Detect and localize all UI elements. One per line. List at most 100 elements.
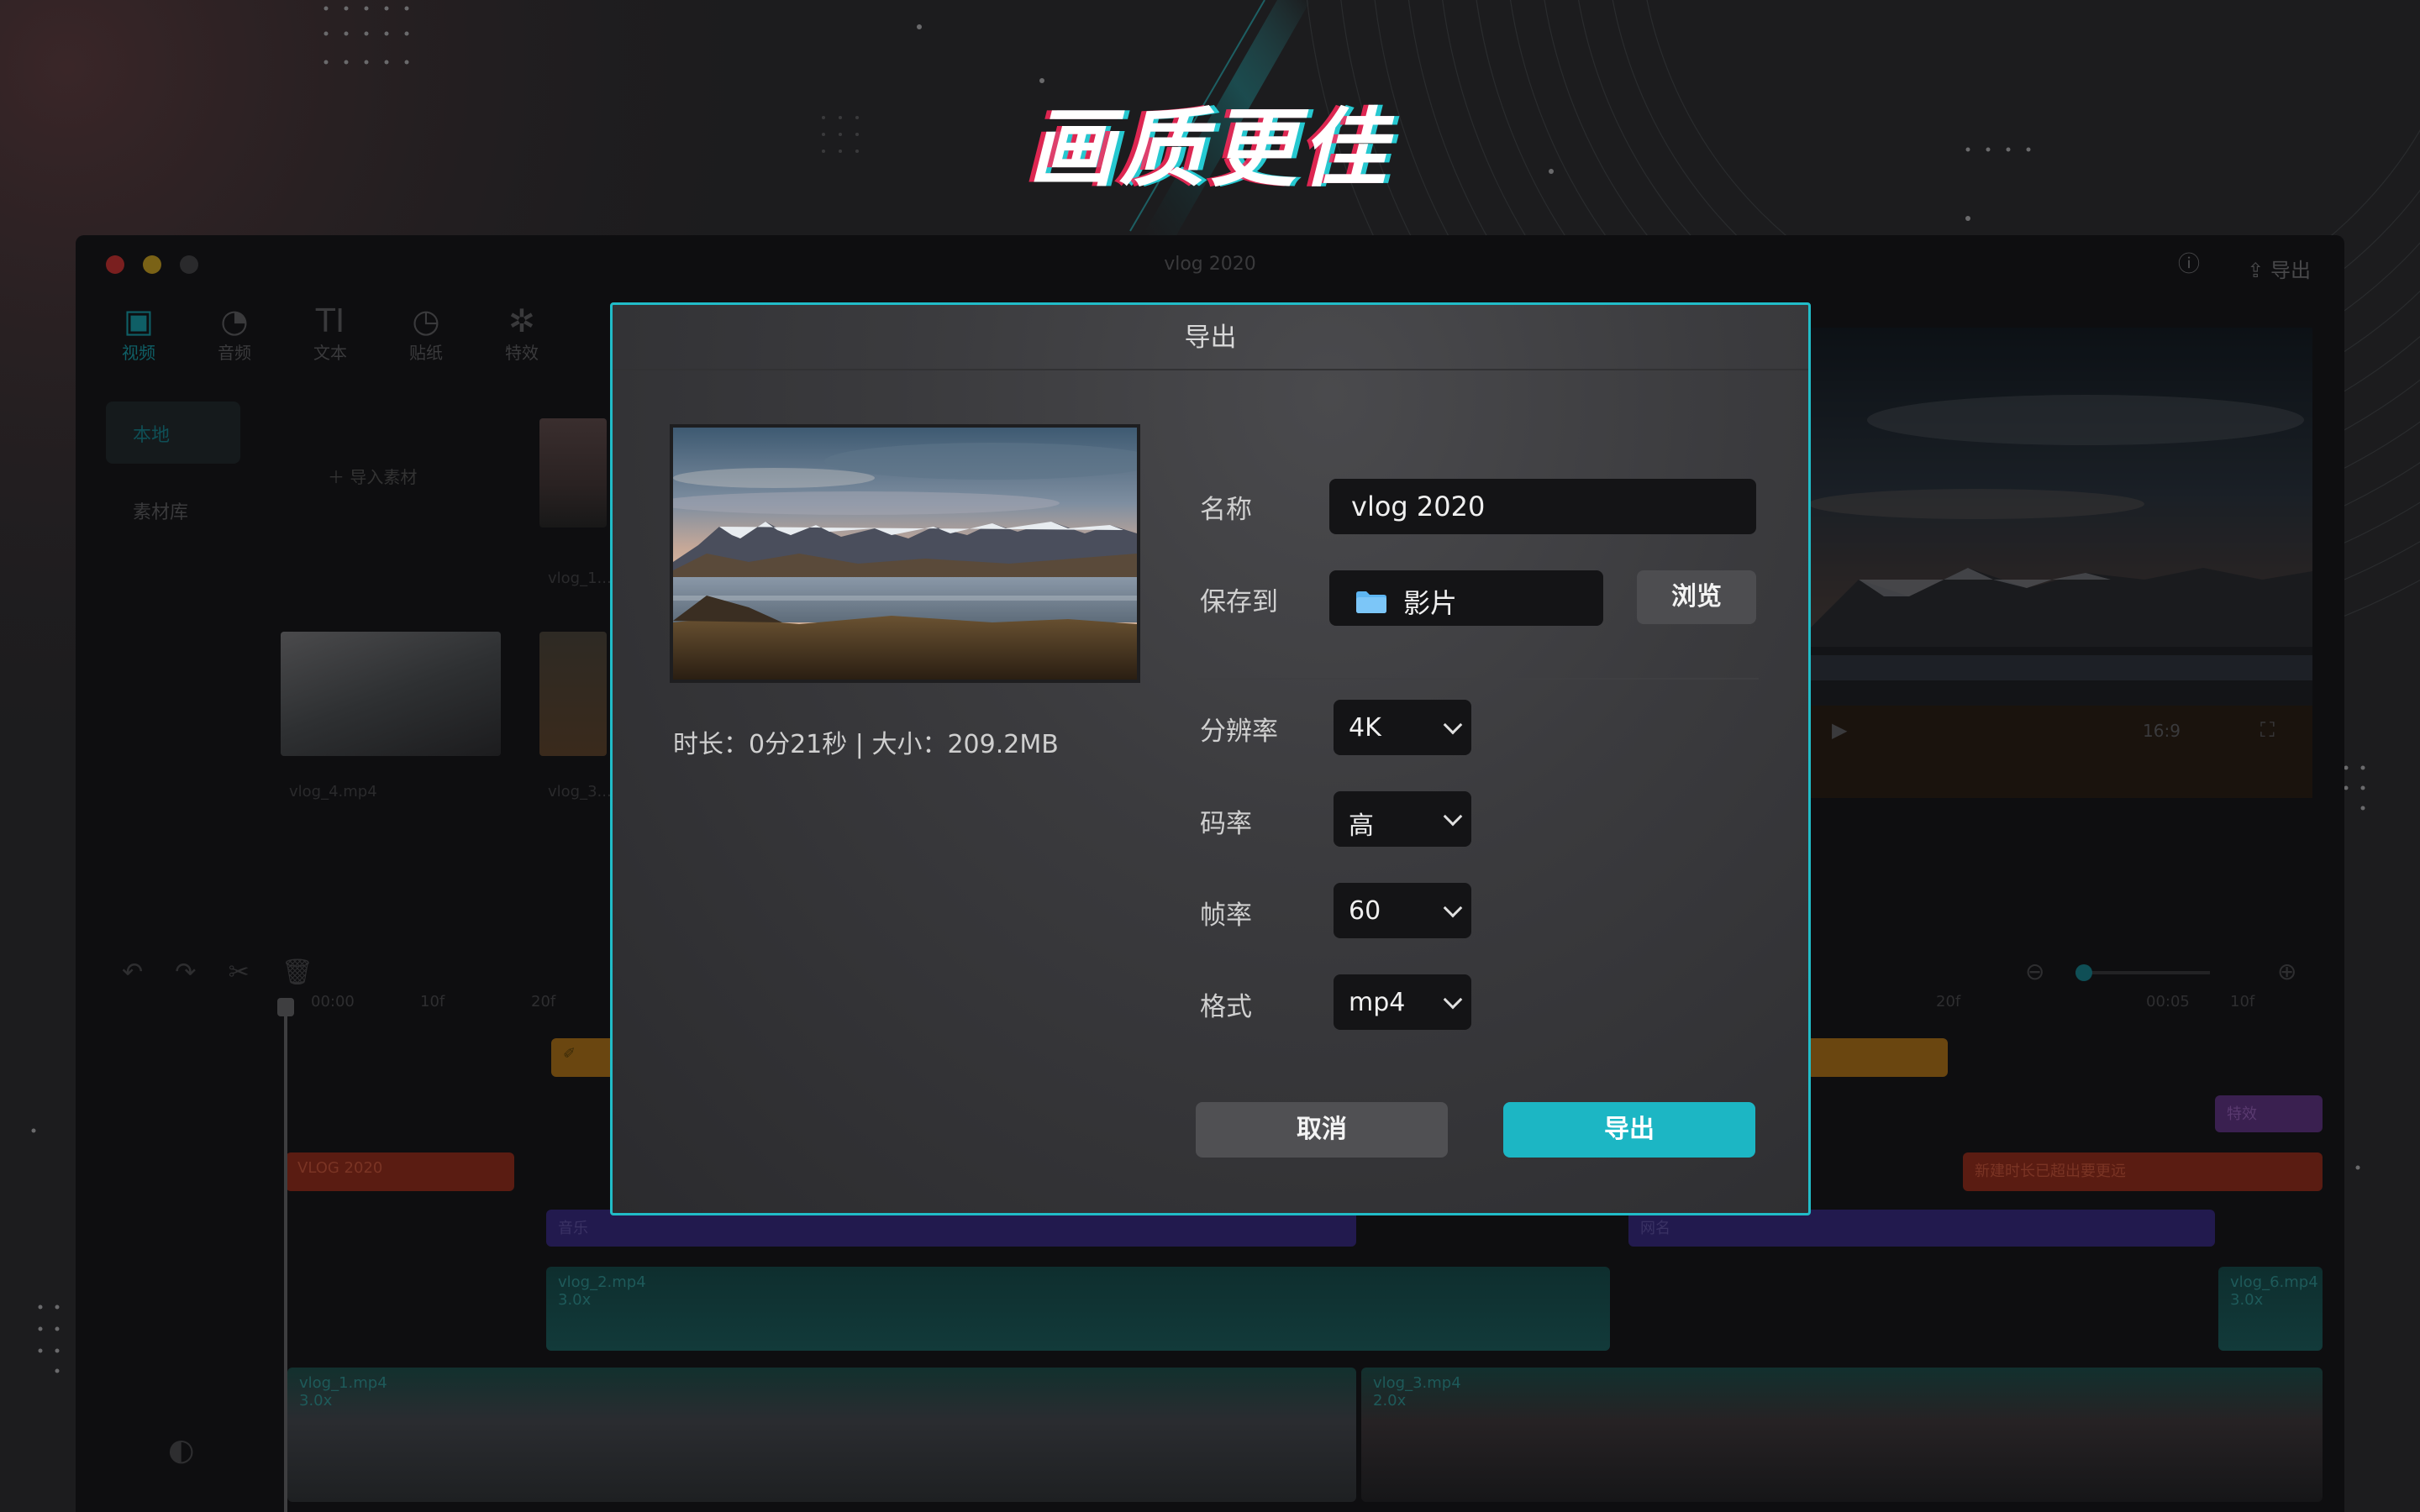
sticker-clip[interactable]: [1807, 1038, 1948, 1077]
save-to-label: 保存到: [1200, 587, 1278, 617]
media-thumbnail[interactable]: [281, 632, 501, 756]
zoom-slider-handle[interactable]: [2075, 964, 2092, 981]
tool-audio[interactable]: ◔ 音频: [205, 302, 264, 364]
text-icon: TI: [315, 302, 345, 339]
main-video-clip[interactable]: vlog_1.mp4 3.0x: [287, 1368, 1356, 1502]
speed-badge: 3.0x: [2230, 1291, 2264, 1309]
video-clip-label: vlog_3.mp4: [1373, 1374, 1461, 1392]
tool-text[interactable]: TI 文本: [301, 302, 360, 364]
save-location-field[interactable]: 影片: [1329, 570, 1603, 626]
tool-video[interactable]: ▣ 视频: [109, 302, 168, 364]
chevron-down-icon: [1443, 990, 1463, 1010]
effects-icon: ✲: [508, 302, 535, 339]
top-export-label: 导出: [2270, 259, 2311, 282]
media-caption: vlog_3...: [548, 783, 612, 801]
media-icon: ▣: [124, 302, 154, 339]
media-sidebar: 本地 素材库: [106, 402, 240, 556]
zoom-out-icon[interactable]: ⊖: [2025, 958, 2044, 985]
browse-button[interactable]: 浏览: [1637, 570, 1756, 624]
top-export-button[interactable]: ⇪ 导出: [2247, 254, 2311, 283]
export-meta: 时长：0分21秒 | 大小：209.2MB: [673, 730, 1059, 759]
video-clip[interactable]: vlog_6.mp4 3.0x: [2218, 1267, 2323, 1351]
fullscreen-icon[interactable]: ⛶: [2260, 718, 2275, 742]
media-caption: vlog_4.mp4: [289, 783, 377, 801]
preview-player: [1808, 328, 2312, 798]
play-button[interactable]: ▶: [1832, 718, 1847, 742]
landscape-image: [673, 428, 1137, 680]
resolution-value: 4K: [1349, 713, 1381, 743]
save-location-value: 影片: [1403, 587, 1458, 619]
ruler-tick-label: 10f: [420, 993, 445, 1011]
export-thumbnail: [670, 424, 1140, 683]
dialog-title: 导出: [613, 305, 1808, 370]
framerate-select[interactable]: 60: [1334, 883, 1471, 938]
ruler-tick-label: 00:05: [2146, 993, 2190, 1011]
resolution-select[interactable]: 4K: [1334, 700, 1471, 755]
plus-icon: ＋: [328, 467, 350, 487]
sticker-icon: ◷: [412, 302, 440, 339]
zoom-in-icon[interactable]: ⊕: [2277, 958, 2296, 985]
aspect-ratio-select[interactable]: 16:9: [2143, 721, 2181, 741]
redo-icon[interactable]: ↷: [175, 958, 196, 987]
format-label: 格式: [1200, 992, 1252, 1022]
bitrate-value: 高: [1349, 811, 1374, 841]
undo-icon[interactable]: ↶: [122, 958, 143, 987]
preview-image: [1808, 328, 2312, 798]
export-dialog: 导出 时长：0分21秒 | 大小：209.2MB 名称 vlog 2020 保存…: [610, 302, 1811, 1215]
sidebar-item-local[interactable]: 本地: [106, 402, 240, 464]
title-bar: vlog 2020 ⓘ ⇪ 导出: [76, 235, 2344, 294]
chevron-down-icon: [1443, 898, 1463, 918]
speed-badge: 3.0x: [558, 1291, 592, 1309]
import-media-button[interactable]: ＋ 导入素材: [328, 464, 417, 488]
audio-clip-label: 网名: [1640, 1220, 1670, 1237]
delete-icon[interactable]: 🗑: [281, 958, 313, 987]
name-input[interactable]: vlog 2020: [1329, 479, 1756, 534]
video-clip-label: vlog_2.mp4: [558, 1273, 646, 1291]
headline: 画质更佳: [1028, 99, 1392, 199]
sidebar-item-library[interactable]: 素材库: [106, 479, 240, 541]
zoom-slider[interactable]: [2075, 964, 2210, 981]
media-thumbnail[interactable]: [539, 632, 607, 756]
ruler-tick-label: 10f: [2230, 993, 2255, 1011]
text-clip[interactable]: VLOG 2020: [286, 1152, 514, 1191]
playhead[interactable]: [277, 998, 294, 1512]
ruler-tick-label: 20f: [531, 993, 556, 1011]
framerate-label: 帧率: [1200, 900, 1252, 931]
format-select[interactable]: mp4: [1334, 974, 1471, 1030]
media-thumbnail[interactable]: [539, 418, 607, 528]
resolution-label: 分辨率: [1200, 717, 1278, 747]
export-button[interactable]: 导出: [1503, 1102, 1755, 1158]
video-clip[interactable]: vlog_2.mp4 3.0x: [546, 1267, 1610, 1351]
tool-label: 音频: [218, 343, 251, 363]
tool-sticker[interactable]: ◷ 贴纸: [397, 302, 455, 364]
split-icon[interactable]: ✂: [229, 958, 250, 987]
speed-badge: 2.0x: [1373, 1392, 1407, 1410]
text-clip[interactable]: 新建时长已超出要更远: [1963, 1152, 2323, 1191]
dialog-divider: [1197, 678, 1759, 680]
window-title: vlog 2020: [1164, 254, 1256, 275]
tool-effects[interactable]: ✲ 特效: [492, 302, 551, 364]
chevron-down-icon: [1443, 806, 1463, 827]
audio-icon: ◔: [220, 302, 249, 339]
name-label: 名称: [1200, 495, 1252, 525]
bitrate-select[interactable]: 高: [1334, 791, 1471, 847]
effect-clip[interactable]: 特效: [2215, 1095, 2323, 1132]
tool-label: 特效: [505, 343, 539, 363]
timeline-toolbar: ↶ ↷ ✂ 🗑: [122, 958, 313, 987]
folder-icon: [1355, 589, 1388, 614]
main-video-clip[interactable]: vlog_3.mp4 2.0x: [1361, 1368, 2323, 1502]
text-clip-label: 新建时长已超出要更远: [1975, 1163, 2126, 1180]
ruler-tick-label: 00:00: [311, 993, 355, 1011]
ruler-tick-label: 20f: [1936, 993, 1961, 1011]
video-clip-label: vlog_1.mp4: [299, 1374, 387, 1392]
media-caption: vlog_1...: [548, 570, 612, 587]
tool-label: 文本: [313, 343, 347, 363]
cover-icon[interactable]: ◐: [168, 1433, 194, 1467]
framerate-value: 60: [1349, 896, 1381, 926]
import-label: 导入素材: [350, 467, 418, 487]
bitrate-label: 码率: [1200, 809, 1252, 839]
help-icon[interactable]: ⓘ: [2176, 252, 2202, 277]
cancel-button[interactable]: 取消: [1196, 1102, 1448, 1158]
sticker-clip[interactable]: ✐: [551, 1038, 618, 1077]
tool-label: 贴纸: [409, 343, 443, 363]
